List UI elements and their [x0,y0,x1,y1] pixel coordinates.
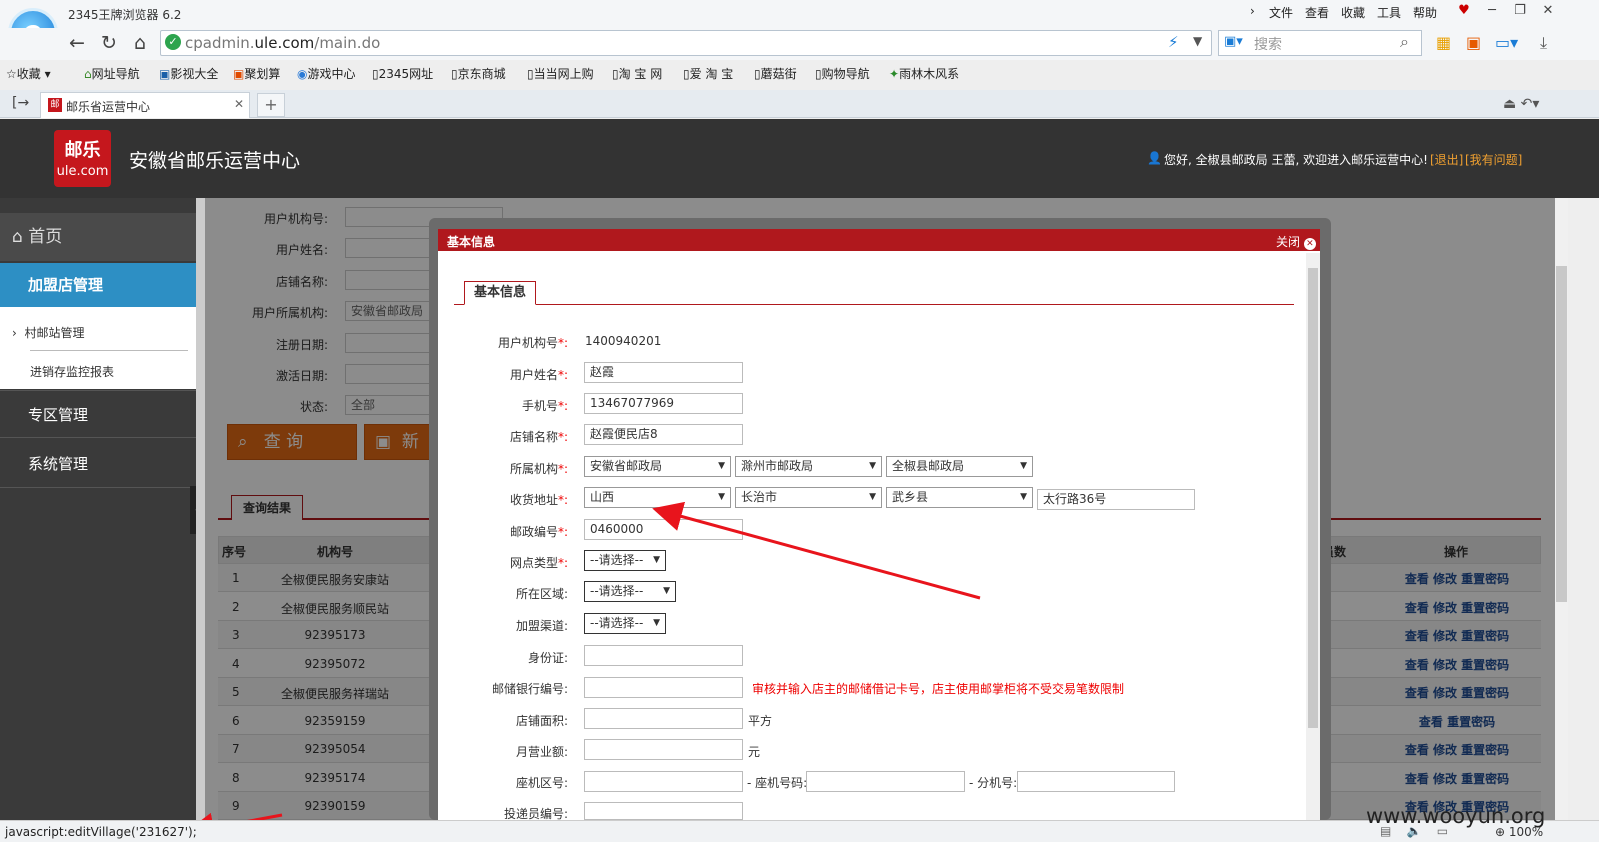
status-bar [0,820,1599,842]
watermark: www.wooyun.org [1366,804,1546,828]
bottom-strip [0,842,1599,859]
page-scrollbar-thumb[interactable] [1556,266,1567,602]
annotation-arrows [184,501,981,843]
status-url-text: javascript:editVillage('231627'); [5,825,197,839]
annotation-arrow-address [652,501,981,600]
